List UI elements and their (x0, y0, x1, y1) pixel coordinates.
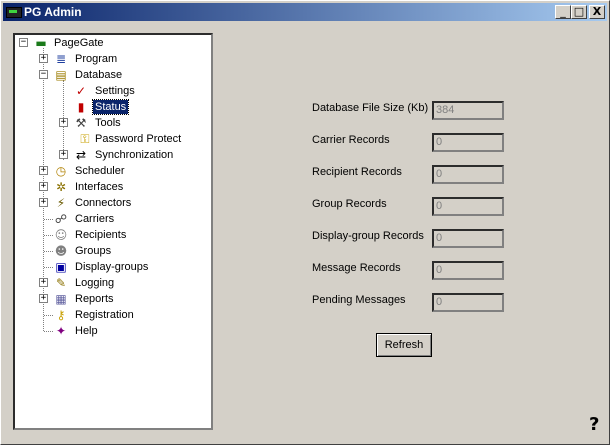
tree-node-label[interactable]: Scheduler (73, 163, 127, 179)
title-bar[interactable]: PG Admin _ □ X (3, 3, 607, 21)
tree-node-label[interactable]: Program (73, 51, 119, 67)
display-group-records-field: 0 (432, 229, 504, 248)
window-title: PG Admin (24, 5, 82, 19)
close-button[interactable]: X (589, 5, 605, 19)
tree-node-label[interactable]: Synchronization (93, 147, 175, 163)
traffic-light-icon: ▮ (77, 100, 85, 114)
group-people-icon: ☻ (54, 244, 68, 258)
satellite-dish-icon: ☍ (54, 212, 68, 226)
expand-icon[interactable]: + (59, 150, 68, 159)
display-group-records-label: Display-group Records (312, 230, 424, 242)
settings-checklist-icon: ✓ (75, 84, 87, 98)
maximize-button[interactable]: □ (571, 5, 587, 19)
collapse-icon[interactable]: − (39, 70, 48, 79)
navigation-tree[interactable]: − ▬ PageGate + ≣ Program − ▤ Database ✓ … (13, 33, 213, 430)
sync-arrows-icon: ⇄ (75, 148, 87, 162)
expand-icon[interactable]: + (59, 118, 68, 127)
recipient-records-field: 0 (432, 165, 504, 184)
registration-key-icon: ⚷ (56, 308, 66, 322)
tree-node-label-selected[interactable]: Status (91, 99, 130, 115)
tree-node-label[interactable]: Registration (73, 307, 136, 323)
interfaces-gears-icon: ✲ (55, 180, 67, 194)
program-icon: ≣ (55, 52, 67, 66)
tree-connector-line (44, 251, 53, 252)
tree-connector-line (44, 267, 53, 268)
connector-plug-icon: ⚡ (56, 196, 66, 210)
tree-node-label[interactable]: Carriers (73, 211, 116, 227)
tree-connector-line (44, 235, 53, 236)
tree-node-label[interactable]: Display-groups (73, 259, 150, 275)
expand-icon[interactable]: + (39, 166, 48, 175)
message-records-field: 0 (432, 261, 504, 280)
tree-connector-line (44, 331, 53, 332)
tree-node-label[interactable]: Help (73, 323, 100, 339)
expand-icon[interactable]: + (39, 278, 48, 287)
reports-icon: ▦ (55, 292, 67, 306)
key-icon: ⚿ (80, 132, 90, 146)
pending-messages-field: 0 (432, 293, 504, 312)
tree-node-label[interactable]: Logging (73, 275, 116, 291)
tree-node-label[interactable]: Interfaces (73, 179, 125, 195)
carrier-records-label: Carrier Records (312, 134, 390, 146)
collapse-icon[interactable]: − (19, 38, 28, 47)
pager-icon: ▬ (35, 36, 47, 50)
tree-connector-line (44, 219, 53, 220)
carrier-records-field: 0 (432, 133, 504, 152)
expand-icon[interactable]: + (39, 294, 48, 303)
tree-node-label[interactable]: Connectors (73, 195, 133, 211)
tree-node-label[interactable]: Database (73, 67, 124, 83)
tree-connector-line (44, 315, 53, 316)
db-file-size-label: Database File Size (Kb) (312, 102, 429, 114)
expand-icon[interactable]: + (39, 54, 48, 63)
help-book-icon: ✦ (55, 324, 67, 338)
tree-node-label[interactable]: PageGate (52, 35, 106, 51)
group-records-label: Group Records (312, 198, 387, 210)
help-question-icon[interactable]: ? (589, 414, 599, 435)
expand-icon[interactable]: + (39, 182, 48, 191)
expand-icon[interactable]: + (39, 198, 48, 207)
tools-icon: ⚒ (75, 116, 87, 130)
pending-messages-label: Pending Messages (312, 294, 406, 306)
tree-node-label[interactable]: Password Protect (93, 131, 183, 147)
refresh-button[interactable]: Refresh (376, 333, 432, 357)
logging-pencil-icon: ✎ (55, 276, 67, 290)
message-records-label: Message Records (312, 262, 401, 274)
database-icon: ▤ (55, 68, 67, 82)
tree-node-label[interactable]: Reports (73, 291, 116, 307)
group-records-field: 0 (432, 197, 504, 216)
tree-node-label[interactable]: Tools (93, 115, 123, 131)
monitor-icon: ▣ (55, 260, 67, 274)
person-icon: ☺ (54, 228, 68, 242)
scheduler-clock-icon: ◷ (55, 164, 67, 178)
minimize-button[interactable]: _ (555, 5, 571, 19)
tree-node-label[interactable]: Recipients (73, 227, 128, 243)
db-file-size-field: 384 (432, 101, 504, 120)
tree-node-label[interactable]: Groups (73, 243, 113, 259)
tree-node-label[interactable]: Settings (93, 83, 137, 99)
recipient-records-label: Recipient Records (312, 166, 402, 178)
pagegate-app-icon (6, 7, 22, 18)
